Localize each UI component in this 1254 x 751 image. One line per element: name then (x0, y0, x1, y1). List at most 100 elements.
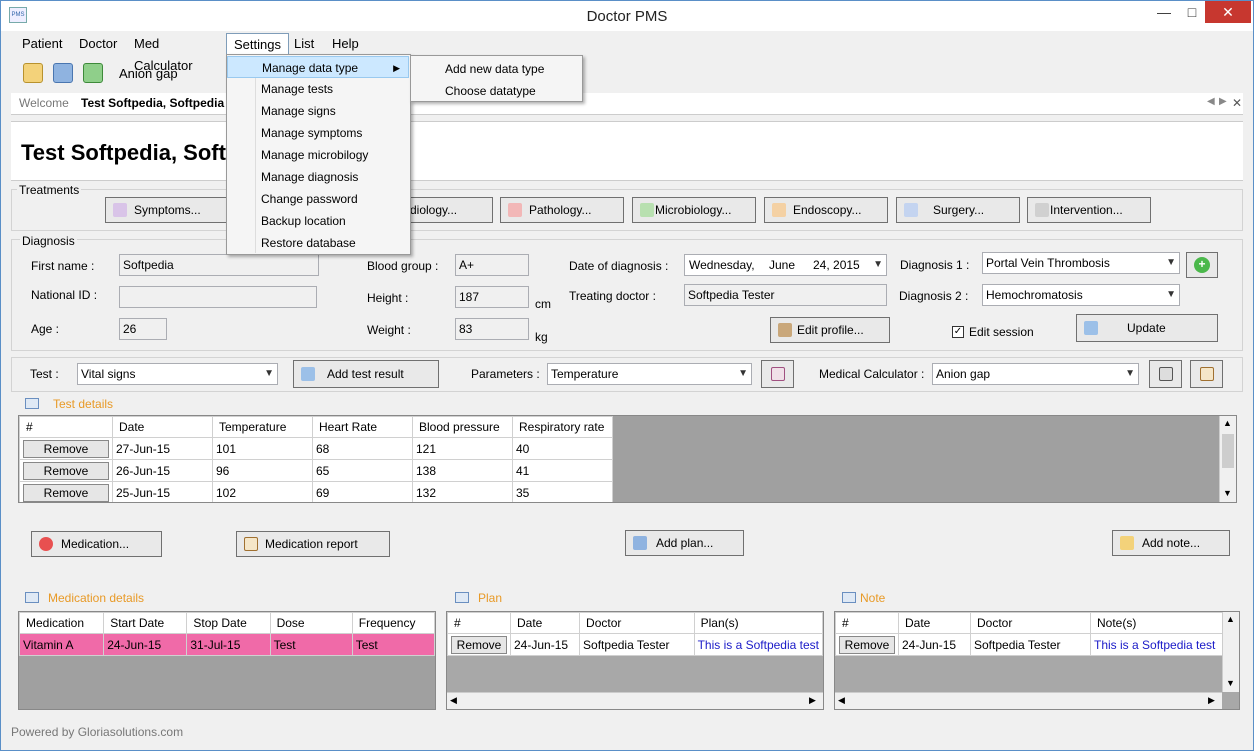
cell-respiratory-rate: 41 (512, 459, 613, 482)
diagnosis1-select[interactable]: Portal Vein Thrombosis ▼ (982, 252, 1180, 274)
column-header[interactable]: Doctor (579, 612, 695, 634)
calculator-button[interactable] (1149, 360, 1182, 388)
chevron-down-icon: ▼ (1125, 368, 1135, 379)
surgery-button[interactable]: Surgery... (896, 197, 1020, 223)
tab-patient[interactable]: Test Softpedia, Softpedia (81, 96, 224, 110)
height-field[interactable]: 187 (455, 286, 529, 308)
menu-item-manage-tests[interactable]: Manage tests (227, 78, 333, 100)
weight-field[interactable]: 83 (455, 318, 529, 340)
column-header[interactable]: Frequency (351, 612, 435, 634)
symptoms-button[interactable]: Symptoms... (105, 197, 229, 223)
scroll-right-icon[interactable]: ▶ (809, 695, 816, 706)
column-header[interactable]: Medication (19, 612, 105, 634)
scroll-up-icon[interactable]: ▲ (1226, 614, 1235, 624)
remove-button[interactable]: Remove (23, 483, 109, 502)
intervention-button[interactable]: Intervention... (1027, 197, 1151, 223)
users-icon[interactable] (53, 63, 73, 83)
new-document-icon[interactable] (23, 63, 43, 83)
menu-list[interactable]: List (287, 33, 321, 55)
treating-doctor-field[interactable]: Softpedia Tester (684, 284, 887, 306)
note-title: Note (860, 591, 886, 605)
menu-item-manage-symptoms[interactable]: Manage symptoms (227, 122, 362, 144)
report-button[interactable] (1190, 360, 1223, 388)
column-header[interactable]: Blood pressure (412, 416, 513, 438)
table-row[interactable]: Vitamin A 24-Jun-15 31-Jul-15 Test Test (19, 633, 435, 656)
remove-button[interactable]: Remove (451, 635, 507, 654)
column-header[interactable]: Respiratory rate (512, 416, 613, 438)
date-of-diagnosis-picker[interactable]: Wednesday, June 24, 2015 ▼ (684, 254, 887, 276)
test-select[interactable]: Vital signs ▼ (77, 363, 278, 385)
add-plan-button[interactable]: Add plan... (625, 530, 744, 556)
add-note-button[interactable]: Add note... (1112, 530, 1230, 556)
column-header[interactable]: Temperature (212, 416, 313, 438)
add-diagnosis-button[interactable]: + (1186, 252, 1218, 278)
menu-item-manage-microbiology[interactable]: Manage microbilogy (227, 144, 368, 166)
medical-calculator-select[interactable]: Anion gap ▼ (932, 363, 1139, 385)
menu-item-manage-signs[interactable]: Manage signs (227, 100, 336, 122)
column-header[interactable]: # (447, 612, 511, 634)
tab-welcome[interactable]: Welcome (19, 96, 69, 110)
scroll-up-icon[interactable]: ▲ (1223, 418, 1232, 428)
vertical-scrollbar[interactable]: ▲ ▼ (1222, 612, 1239, 692)
microbiology-button[interactable]: Microbiology... (632, 197, 756, 223)
menu-item-restore-database[interactable]: Restore database (227, 232, 356, 254)
remove-button[interactable]: Remove (839, 635, 895, 654)
menu-med-calculator[interactable]: Med Calculator (127, 33, 200, 73)
menu-item-add-new-data-type[interactable]: Add new data type (411, 58, 544, 80)
column-header[interactable]: Date (509, 612, 581, 634)
national-id-field[interactable] (119, 286, 317, 308)
scroll-left-icon[interactable]: ◀ (838, 695, 845, 706)
column-header[interactable]: Heart Rate (312, 416, 413, 438)
diagnosis2-select[interactable]: Hemochromatosis ▼ (982, 284, 1180, 306)
scroll-down-icon[interactable]: ▼ (1223, 488, 1232, 498)
column-header[interactable]: Plan(s) (693, 612, 823, 634)
tab-prev-icon[interactable]: ◀ (1207, 96, 1215, 107)
scroll-right-icon[interactable]: ▶ (1208, 695, 1215, 706)
menu-item-manage-data-type[interactable]: Manage data type ▶ (227, 56, 409, 78)
doctor-icon[interactable] (83, 63, 103, 83)
menu-doctor[interactable]: Doctor (72, 33, 124, 55)
scroll-thumb[interactable] (1222, 434, 1234, 468)
column-header[interactable]: Date (112, 416, 213, 438)
column-header[interactable]: # (835, 612, 899, 634)
scroll-down-icon[interactable]: ▼ (1226, 678, 1235, 688)
remove-button[interactable]: Remove (23, 461, 109, 480)
scroll-left-icon[interactable]: ◀ (450, 695, 457, 706)
horizontal-scrollbar[interactable]: ◀ ▶ (447, 692, 823, 709)
edit-profile-button[interactable]: Edit profile... (770, 317, 890, 343)
endoscopy-button[interactable]: Endoscopy... (764, 197, 888, 223)
menu-item-backup-location[interactable]: Backup location (227, 210, 346, 232)
menu-item-change-password[interactable]: Change password (227, 188, 358, 210)
edit-session-checkbox[interactable]: ✓ (952, 326, 964, 338)
tab-close-icon[interactable]: ✕ (1232, 96, 1242, 110)
chart-button[interactable] (761, 360, 794, 388)
column-header[interactable]: Date (898, 612, 971, 634)
remove-button[interactable]: Remove (23, 439, 109, 458)
medication-button[interactable]: Medication... (31, 531, 162, 557)
add-test-result-button[interactable]: Add test result (293, 360, 439, 388)
menu-patient[interactable]: Patient (15, 33, 69, 55)
column-header[interactable]: Doctor (970, 612, 1091, 634)
minimize-icon[interactable]: — (1149, 1, 1179, 23)
column-header[interactable]: Start Date (103, 612, 188, 634)
update-button[interactable]: Update (1076, 314, 1218, 342)
parameters-select[interactable]: Temperature ▼ (547, 363, 752, 385)
medication-report-button[interactable]: Medication report (236, 531, 390, 557)
tab-next-icon[interactable]: ▶ (1219, 96, 1227, 107)
menu-settings[interactable]: Settings (226, 33, 289, 55)
blood-group-field[interactable]: A+ (455, 254, 529, 276)
vertical-scrollbar[interactable]: ▲ ▼ (1219, 416, 1236, 502)
menu-help[interactable]: Help (325, 33, 366, 55)
menu-item-choose-datatype[interactable]: Choose datatype (411, 80, 536, 102)
horizontal-scrollbar[interactable]: ◀ ▶ (835, 692, 1222, 709)
column-header[interactable]: Dose (269, 612, 353, 634)
maximize-icon[interactable]: □ (1177, 1, 1207, 23)
age-field[interactable]: 26 (119, 318, 167, 340)
pathology-button[interactable]: Pathology... (500, 197, 624, 223)
column-header[interactable]: Note(s) (1090, 612, 1239, 634)
menu-item-manage-diagnosis[interactable]: Manage diagnosis (227, 166, 358, 188)
column-header[interactable]: # (19, 416, 113, 438)
column-header[interactable]: Stop Date (186, 612, 271, 634)
first-name-field[interactable]: Softpedia (119, 254, 319, 276)
close-icon[interactable]: ✕ (1205, 1, 1251, 23)
